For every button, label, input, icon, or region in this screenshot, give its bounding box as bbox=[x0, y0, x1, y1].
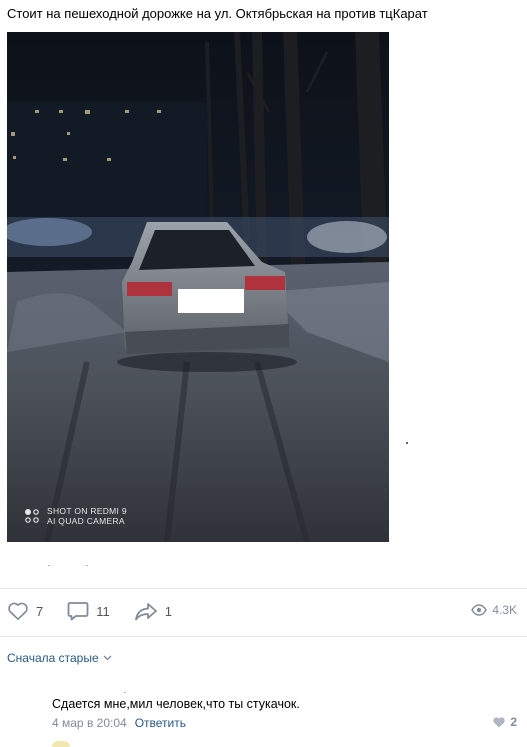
reply-link[interactable]: Ответить bbox=[135, 716, 186, 730]
share-count: 1 bbox=[164, 603, 172, 619]
comment-meta: 4 мар в 20:04 Ответить bbox=[52, 716, 186, 730]
watermark-line-2: AI QUAD CAMERA bbox=[47, 516, 125, 526]
comment-like-count: 2 bbox=[510, 715, 517, 729]
views-count: 4.3K bbox=[492, 603, 517, 617]
comment-date: 4 мар в 20:04 bbox=[52, 716, 127, 730]
stray-dot bbox=[406, 442, 408, 444]
comment-sort-dropdown[interactable]: Сначала старые bbox=[7, 651, 112, 665]
camera-dots-icon bbox=[25, 509, 39, 523]
comment-icon bbox=[67, 602, 89, 621]
camera-watermark: SHOT ON REDMI 9 AI QUAD CAMERA bbox=[23, 506, 127, 526]
heart-filled-icon bbox=[493, 717, 505, 728]
eye-icon bbox=[471, 604, 488, 616]
avatar[interactable] bbox=[52, 741, 70, 747]
share-icon bbox=[134, 603, 157, 621]
post-photo[interactable]: SHOT ON REDMI 9 AI QUAD CAMERA bbox=[7, 32, 389, 542]
stray-speck bbox=[124, 692, 126, 693]
comment-button[interactable]: 11 bbox=[67, 601, 110, 621]
comment-like-button[interactable]: 2 bbox=[492, 715, 517, 729]
comment-text: Сдается мне,мил человек,что ты стукачок. bbox=[52, 697, 300, 711]
stray-speck bbox=[48, 565, 50, 566]
post-text: Стоит на пешеходной дорожке на ул. Октяб… bbox=[7, 6, 428, 21]
post-actions: 7 11 1 bbox=[7, 598, 196, 624]
watermark-line-1: SHOT ON REDMI 9 bbox=[47, 506, 127, 516]
like-count: 7 bbox=[36, 603, 44, 619]
comment-sort-label: Сначала старые bbox=[7, 651, 99, 665]
photo-night-car-scene bbox=[7, 32, 389, 542]
divider bbox=[0, 588, 527, 589]
stray-speck bbox=[86, 565, 88, 566]
heart-icon bbox=[8, 602, 28, 620]
comment-count: 11 bbox=[96, 603, 110, 619]
like-button[interactable]: 7 bbox=[7, 601, 43, 621]
share-button[interactable]: 1 bbox=[134, 601, 172, 621]
chevron-down-icon bbox=[103, 655, 112, 661]
views-counter: 4.3K bbox=[471, 603, 517, 617]
divider bbox=[0, 636, 527, 637]
